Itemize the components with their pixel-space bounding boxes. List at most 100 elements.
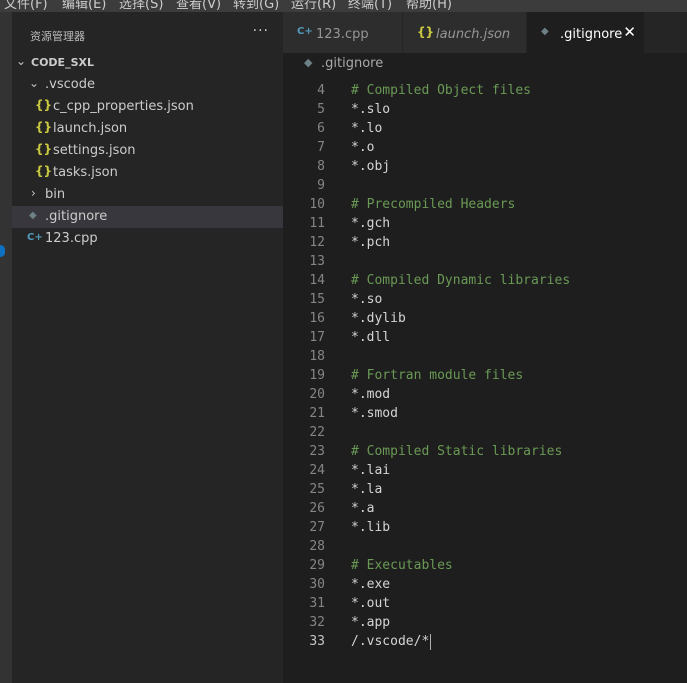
tree-item-label: .vscode: [45, 77, 95, 92]
tree-item-label: 123.cpp: [45, 231, 98, 246]
code-comment: # Precompiled Headers: [351, 197, 516, 212]
activity-indicator: [0, 245, 5, 257]
chevron-down-icon: ⌄: [29, 76, 40, 90]
code-line[interactable]: 17 *.dll: [283, 328, 687, 347]
line-number: 10: [309, 197, 325, 212]
code-text: *.obj: [351, 159, 391, 174]
tab-123-cpp[interactable]: C+ 123.cpp: [283, 12, 403, 53]
breadcrumb[interactable]: ◆ .gitignore: [283, 53, 687, 75]
line-number: 30: [309, 577, 325, 592]
tree-item-label: .gitignore: [45, 209, 108, 224]
tree-item-code-sxl[interactable]: ⌄ CODE_SXL: [12, 52, 283, 74]
code-line[interactable]: 7 *.o: [283, 138, 687, 157]
tab-launch-json[interactable]: {} launch.json: [403, 12, 527, 53]
code-line[interactable]: 29 # Executables: [283, 556, 687, 575]
code-line[interactable]: 24 *.lai: [283, 461, 687, 480]
code-text: *.o: [351, 140, 375, 155]
code-line[interactable]: 11 *.gch: [283, 214, 687, 233]
code-line[interactable]: 18: [283, 347, 687, 366]
tree-item-launch-json[interactable]: {} launch.json: [12, 118, 283, 140]
close-icon[interactable]: ✕: [623, 23, 636, 41]
code-line[interactable]: 14 # Compiled Dynamic libraries: [283, 271, 687, 290]
code-text: *.gch: [351, 216, 391, 231]
line-number: 9: [317, 178, 325, 193]
tab-label: launch.json: [436, 27, 511, 42]
code-line[interactable]: 26 *.a: [283, 499, 687, 518]
code-line[interactable]: 21 *.smod: [283, 404, 687, 423]
tree-item-label: CODE_SXL: [31, 56, 94, 69]
menu-edit[interactable]: 编辑(E): [62, 0, 106, 12]
code-comment: # Executables: [351, 558, 453, 573]
gitignore-icon: ◆: [541, 26, 549, 37]
code-line[interactable]: 32 *.app: [283, 613, 687, 632]
code-line[interactable]: 9: [283, 176, 687, 195]
code-text: *.lo: [351, 121, 383, 136]
tree-item-settings-json[interactable]: {} settings.json: [12, 140, 283, 162]
breadcrumb-file[interactable]: .gitignore: [321, 56, 383, 71]
code-line[interactable]: 19 # Fortran module files: [283, 366, 687, 385]
tree-item-123-cpp[interactable]: C+ 123.cpp: [12, 228, 283, 250]
code-line[interactable]: 16 *.dylib: [283, 309, 687, 328]
tree-item-tasks-json[interactable]: {} tasks.json: [12, 162, 283, 184]
code-line[interactable]: 10 # Precompiled Headers: [283, 195, 687, 214]
code-line[interactable]: 30 *.exe: [283, 575, 687, 594]
menu-run[interactable]: 运行(R): [291, 0, 336, 12]
code-line[interactable]: 25 *.la: [283, 480, 687, 499]
code-line[interactable]: 28: [283, 537, 687, 556]
code-line[interactable]: 22: [283, 423, 687, 442]
line-number: 26: [309, 501, 325, 516]
json-icon: {}: [417, 25, 435, 39]
line-number: 5: [317, 102, 325, 117]
menu-selection[interactable]: 选择(S): [119, 0, 163, 12]
code-line[interactable]: 13: [283, 252, 687, 271]
code-line[interactable]: 27 *.lib: [283, 518, 687, 537]
code-text: *.slo: [351, 102, 391, 117]
code-text: *.dll: [351, 330, 391, 345]
tree-item-bin[interactable]: › bin: [12, 184, 283, 206]
tree-item-c-cpp-properties[interactable]: {} c_cpp_properties.json: [12, 96, 283, 118]
code-line[interactable]: 23 # Compiled Static libraries: [283, 442, 687, 461]
code-text: *.la: [351, 482, 383, 497]
code-line[interactable]: 33 /.vscode/*: [283, 632, 687, 651]
gitignore-icon: ◆: [29, 210, 37, 221]
more-actions-icon[interactable]: ···: [253, 23, 269, 39]
tab-gitignore[interactable]: ◆ .gitignore ✕: [527, 12, 645, 53]
json-icon: {}: [35, 142, 53, 156]
menu-go[interactable]: 转到(G): [233, 0, 279, 12]
menu-file[interactable]: 文件(F): [4, 0, 48, 12]
code-comment: # Compiled Static libraries: [351, 444, 563, 459]
explorer-sidebar: 资源管理器 ··· ⌄ CODE_SXL ⌄ .vscode {} c_cpp_…: [12, 12, 283, 683]
tree-item-gitignore[interactable]: ◆ .gitignore: [12, 206, 283, 228]
line-number: 20: [309, 387, 325, 402]
menu-help[interactable]: 帮助(H): [406, 0, 452, 12]
tree-item-label: c_cpp_properties.json: [53, 99, 194, 114]
code-text: *.dylib: [351, 311, 406, 326]
code-line[interactable]: 4 # Compiled Object files: [283, 81, 687, 100]
code-editor[interactable]: 4 # Compiled Object files 5 *.slo 6 *.lo 7 *.o 8…: [283, 75, 687, 683]
json-icon: {}: [35, 98, 53, 112]
menu-terminal[interactable]: 终端(T): [348, 0, 392, 12]
code-line[interactable]: 12 *.pch: [283, 233, 687, 252]
code-line[interactable]: 6 *.lo: [283, 119, 687, 138]
tree-item-vscode[interactable]: ⌄ .vscode: [12, 74, 283, 96]
menu-view[interactable]: 查看(V): [176, 0, 221, 12]
line-number: 4: [317, 83, 325, 98]
code-text: *.app: [351, 615, 391, 630]
code-line[interactable]: 20 *.mod: [283, 385, 687, 404]
cpp-icon: C+: [27, 232, 43, 243]
line-number: 17: [309, 330, 325, 345]
line-number: 24: [309, 463, 325, 478]
code-line[interactable]: 15 *.so: [283, 290, 687, 309]
code-comment: # Fortran module files: [351, 368, 524, 383]
line-number: 7: [317, 140, 325, 155]
code-line[interactable]: 31 *.out: [283, 594, 687, 613]
code-line[interactable]: 5 *.slo: [283, 100, 687, 119]
line-number: 33: [309, 634, 325, 649]
code-line[interactable]: 8 *.obj: [283, 157, 687, 176]
chevron-right-icon: ›: [31, 186, 36, 200]
line-number: 23: [309, 444, 325, 459]
line-number: 28: [309, 539, 325, 554]
line-number: 13: [309, 254, 325, 269]
tree-item-label: tasks.json: [53, 165, 118, 180]
activity-bar: [0, 12, 12, 683]
